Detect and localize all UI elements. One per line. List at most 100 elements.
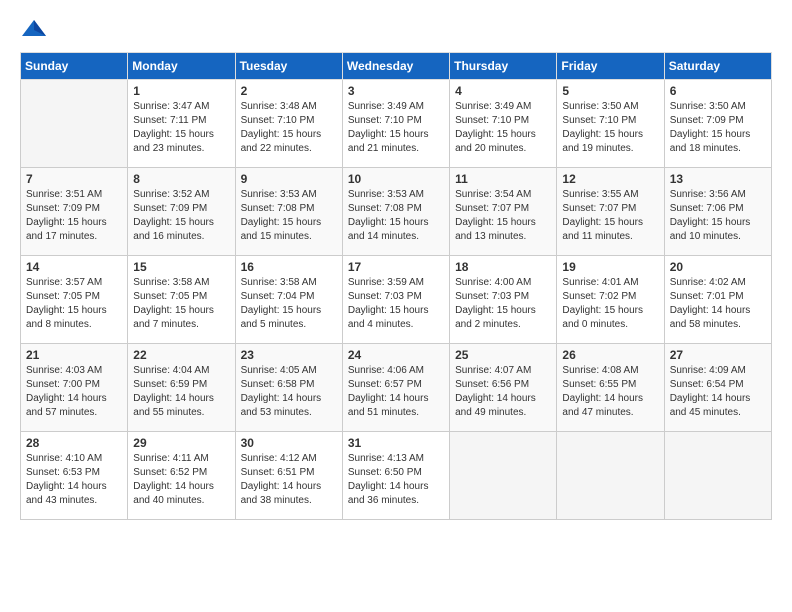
day-number: 20 xyxy=(670,260,766,274)
day-info: Sunrise: 3:55 AMSunset: 7:07 PMDaylight:… xyxy=(562,188,658,244)
day-info: Sunrise: 4:13 AMSunset: 6:50 PMDaylight:… xyxy=(348,452,444,508)
day-info: Sunrise: 3:50 AMSunset: 7:09 PMDaylight:… xyxy=(670,100,766,156)
week-row-1: 1 Sunrise: 3:47 AMSunset: 7:11 PMDaylight… xyxy=(21,80,772,168)
day-info: Sunrise: 4:02 AMSunset: 7:01 PMDaylight:… xyxy=(670,276,766,332)
day-cell: 6Sunrise: 3:50 AMSunset: 7:09 PMDaylight… xyxy=(664,80,771,168)
day-info: Sunrise: 4:04 AMSunset: 6:59 PMDaylight:… xyxy=(133,364,229,420)
week-row-4: 21 Sunrise: 4:03 AMSunset: 7:00 PMDayligh… xyxy=(21,344,772,432)
day-info: Sunrise: 4:03 AMSunset: 7:00 PMDaylight:… xyxy=(26,364,122,420)
day-cell: 19 Sunrise: 4:01 AMSunset: 7:02 PMDayligh… xyxy=(557,256,664,344)
day-cell: 28 Sunrise: 4:10 AMSunset: 6:53 PMDayligh… xyxy=(21,432,128,520)
day-cell: 25 Sunrise: 4:07 AMSunset: 6:56 PMDayligh… xyxy=(450,344,557,432)
day-info: Sunrise: 3:56 AMSunset: 7:06 PMDaylight:… xyxy=(670,188,766,244)
day-info: Sunrise: 3:58 AMSunset: 7:05 PMDaylight:… xyxy=(133,276,229,332)
day-info: Sunrise: 3:58 AMSunset: 7:04 PMDaylight:… xyxy=(241,276,337,332)
week-row-3: 14 Sunrise: 3:57 AMSunset: 7:05 PMDayligh… xyxy=(21,256,772,344)
day-header-sunday: Sunday xyxy=(21,53,128,80)
day-cell: 8 Sunrise: 3:52 AMSunset: 7:09 PMDaylight… xyxy=(128,168,235,256)
day-number: 3 xyxy=(348,84,444,98)
day-cell: 27 Sunrise: 4:09 AMSunset: 6:54 PMDayligh… xyxy=(664,344,771,432)
header xyxy=(20,18,772,40)
day-number: 28 xyxy=(26,436,122,450)
day-number: 8 xyxy=(133,172,229,186)
day-info: Sunrise: 4:00 AMSunset: 7:03 PMDaylight:… xyxy=(455,276,551,332)
day-info: Sunrise: 3:57 AMSunset: 7:05 PMDaylight:… xyxy=(26,276,122,332)
day-number: 21 xyxy=(26,348,122,362)
day-cell xyxy=(450,432,557,520)
day-number: 18 xyxy=(455,260,551,274)
day-info: Sunrise: 4:10 AMSunset: 6:53 PMDaylight:… xyxy=(26,452,122,508)
day-number: 4 xyxy=(455,84,551,98)
day-info: Sunrise: 3:48 AMSunset: 7:10 PMDaylight:… xyxy=(241,100,337,156)
day-number: 19 xyxy=(562,260,658,274)
day-info: Sunrise: 4:08 AMSunset: 6:55 PMDaylight:… xyxy=(562,364,658,420)
day-cell: 17Sunrise: 3:59 AMSunset: 7:03 PMDayligh… xyxy=(342,256,449,344)
day-number: 26 xyxy=(562,348,658,362)
day-info: Sunrise: 3:49 AMSunset: 7:10 PMDaylight:… xyxy=(455,100,551,156)
day-cell: 26 Sunrise: 4:08 AMSunset: 6:55 PMDayligh… xyxy=(557,344,664,432)
day-info: Sunrise: 4:12 AMSunset: 6:51 PMDaylight:… xyxy=(241,452,337,508)
day-info: Sunrise: 3:52 AMSunset: 7:09 PMDaylight:… xyxy=(133,188,229,244)
day-info: Sunrise: 4:01 AMSunset: 7:02 PMDaylight:… xyxy=(562,276,658,332)
day-cell: 29 Sunrise: 4:11 AMSunset: 6:52 PMDayligh… xyxy=(128,432,235,520)
day-cell: 21 Sunrise: 4:03 AMSunset: 7:00 PMDayligh… xyxy=(21,344,128,432)
day-number: 27 xyxy=(670,348,766,362)
day-cell: 7Sunrise: 3:51 AMSunset: 7:09 PMDaylight… xyxy=(21,168,128,256)
day-cell: 18 Sunrise: 4:00 AMSunset: 7:03 PMDayligh… xyxy=(450,256,557,344)
day-cell: 20 Sunrise: 4:02 AMSunset: 7:01 PMDayligh… xyxy=(664,256,771,344)
day-info: Sunrise: 4:11 AMSunset: 6:52 PMDaylight:… xyxy=(133,452,229,508)
day-number: 24 xyxy=(348,348,444,362)
day-number: 29 xyxy=(133,436,229,450)
day-info: Sunrise: 3:51 AMSunset: 7:09 PMDaylight:… xyxy=(26,188,122,244)
day-info: Sunrise: 4:05 AMSunset: 6:58 PMDaylight:… xyxy=(241,364,337,420)
week-row-5: 28 Sunrise: 4:10 AMSunset: 6:53 PMDayligh… xyxy=(21,432,772,520)
day-cell: 22 Sunrise: 4:04 AMSunset: 6:59 PMDayligh… xyxy=(128,344,235,432)
day-number: 14 xyxy=(26,260,122,274)
day-cell: 2 Sunrise: 3:48 AMSunset: 7:10 PMDaylight… xyxy=(235,80,342,168)
day-number: 31 xyxy=(348,436,444,450)
day-header-saturday: Saturday xyxy=(664,53,771,80)
day-cell: 30 Sunrise: 4:12 AMSunset: 6:51 PMDayligh… xyxy=(235,432,342,520)
day-cell: 4 Sunrise: 3:49 AMSunset: 7:10 PMDaylight… xyxy=(450,80,557,168)
calendar-container: SundayMondayTuesdayWednesdayThursdayFrid… xyxy=(0,0,792,530)
day-info: Sunrise: 3:54 AMSunset: 7:07 PMDaylight:… xyxy=(455,188,551,244)
day-cell: 1 Sunrise: 3:47 AMSunset: 7:11 PMDaylight… xyxy=(128,80,235,168)
day-info: Sunrise: 3:53 AMSunset: 7:08 PMDaylight:… xyxy=(348,188,444,244)
day-number: 5 xyxy=(562,84,658,98)
day-number: 1 xyxy=(133,84,229,98)
day-info: Sunrise: 3:50 AMSunset: 7:10 PMDaylight:… xyxy=(562,100,658,156)
day-cell: 23 Sunrise: 4:05 AMSunset: 6:58 PMDayligh… xyxy=(235,344,342,432)
day-info: Sunrise: 3:49 AMSunset: 7:10 PMDaylight:… xyxy=(348,100,444,156)
day-cell xyxy=(21,80,128,168)
day-info: Sunrise: 4:09 AMSunset: 6:54 PMDaylight:… xyxy=(670,364,766,420)
day-number: 22 xyxy=(133,348,229,362)
day-cell: 11 Sunrise: 3:54 AMSunset: 7:07 PMDayligh… xyxy=(450,168,557,256)
day-cell: 13 Sunrise: 3:56 AMSunset: 7:06 PMDayligh… xyxy=(664,168,771,256)
week-row-2: 7Sunrise: 3:51 AMSunset: 7:09 PMDaylight… xyxy=(21,168,772,256)
day-cell: 12Sunrise: 3:55 AMSunset: 7:07 PMDayligh… xyxy=(557,168,664,256)
day-header-monday: Monday xyxy=(128,53,235,80)
day-cell xyxy=(664,432,771,520)
day-header-thursday: Thursday xyxy=(450,53,557,80)
day-info: Sunrise: 4:07 AMSunset: 6:56 PMDaylight:… xyxy=(455,364,551,420)
day-info: Sunrise: 3:47 AMSunset: 7:11 PMDaylight:… xyxy=(133,100,229,156)
day-number: 25 xyxy=(455,348,551,362)
day-cell xyxy=(557,432,664,520)
day-cell: 10Sunrise: 3:53 AMSunset: 7:08 PMDayligh… xyxy=(342,168,449,256)
day-number: 16 xyxy=(241,260,337,274)
days-header-row: SundayMondayTuesdayWednesdayThursdayFrid… xyxy=(21,53,772,80)
day-number: 23 xyxy=(241,348,337,362)
day-number: 13 xyxy=(670,172,766,186)
day-number: 2 xyxy=(241,84,337,98)
day-info: Sunrise: 3:53 AMSunset: 7:08 PMDaylight:… xyxy=(241,188,337,244)
logo-icon xyxy=(20,18,48,40)
day-cell: 9Sunrise: 3:53 AMSunset: 7:08 PMDaylight… xyxy=(235,168,342,256)
day-header-wednesday: Wednesday xyxy=(342,53,449,80)
day-info: Sunrise: 4:06 AMSunset: 6:57 PMDaylight:… xyxy=(348,364,444,420)
day-header-tuesday: Tuesday xyxy=(235,53,342,80)
day-number: 30 xyxy=(241,436,337,450)
logo xyxy=(20,18,52,40)
day-cell: 15Sunrise: 3:58 AMSunset: 7:05 PMDayligh… xyxy=(128,256,235,344)
day-header-friday: Friday xyxy=(557,53,664,80)
day-number: 11 xyxy=(455,172,551,186)
